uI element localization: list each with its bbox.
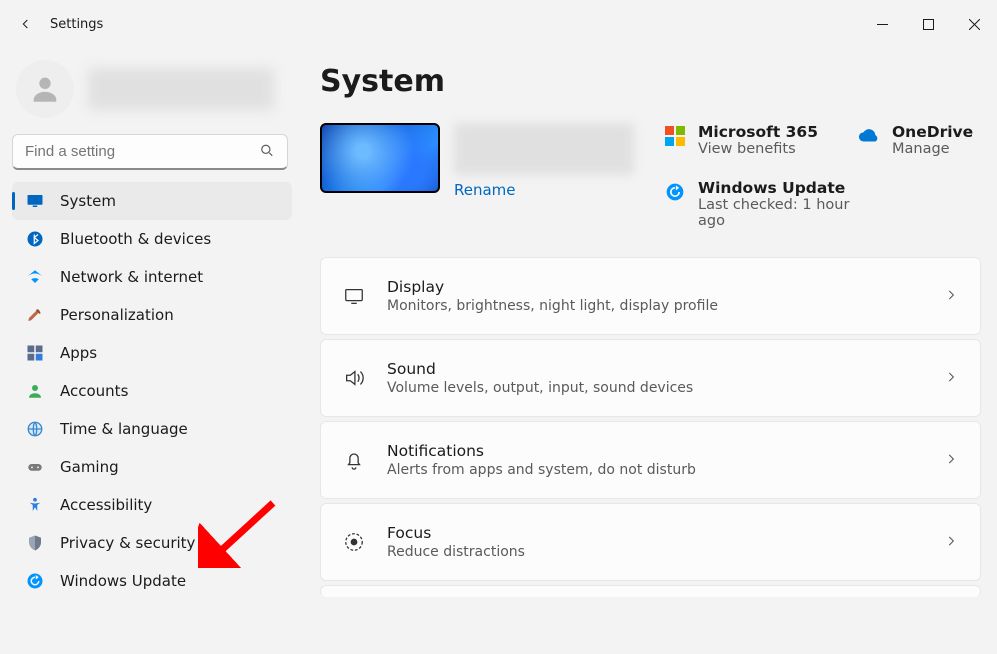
status-title: OneDrive [892,123,973,141]
status-microsoft-365[interactable]: Microsoft 365 View benefits [664,123,818,157]
status-sub: View benefits [698,141,818,157]
sidebar-item-label: Gaming [60,458,119,476]
page-title: System [320,64,981,99]
sidebar: System Bluetooth & devices Network & int… [0,48,300,654]
status-onedrive[interactable]: OneDrive Manage [858,123,973,157]
sidebar-item-label: Accessibility [60,496,152,514]
sidebar-item-system[interactable]: System [12,182,292,220]
device-info-row: Rename Microsoft 365 View benefits [320,123,981,229]
sidebar-item-label: Privacy & security [60,534,195,552]
bell-icon [343,449,365,471]
card-cutoff [320,585,981,597]
user-block[interactable] [12,56,292,134]
sidebar-item-label: Network & internet [60,268,203,286]
card-sub: Monitors, brightness, night light, displ… [387,298,922,314]
avatar [16,60,74,118]
sidebar-item-time-language[interactable]: Time & language [12,410,292,448]
status-sub: Last checked: 1 hour ago [698,197,868,229]
minimize-button[interactable] [859,8,905,40]
microsoft-logo-icon [664,125,686,147]
wifi-icon [26,268,44,286]
card-notifications[interactable]: Notifications Alerts from apps and syste… [320,421,981,499]
search-wrap [12,134,288,170]
onedrive-icon [858,125,880,147]
card-title: Display [387,278,922,296]
sidebar-item-accounts[interactable]: Accounts [12,372,292,410]
back-button[interactable] [16,14,36,34]
globe-clock-icon [26,420,44,438]
card-title: Notifications [387,442,922,460]
account-icon [26,382,44,400]
sound-icon [343,367,365,389]
sidebar-item-personalization[interactable]: Personalization [12,296,292,334]
pc-name-block: Rename [454,123,634,199]
sidebar-item-apps[interactable]: Apps [12,334,292,372]
gamepad-icon [26,458,44,476]
card-focus[interactable]: Focus Reduce distractions [320,503,981,581]
sidebar-item-label: Accounts [60,382,128,400]
status-sub: Manage [892,141,973,157]
sidebar-item-label: Personalization [60,306,174,324]
card-sub: Volume levels, output, input, sound devi… [387,380,922,396]
search-icon [260,144,274,161]
card-sound[interactable]: Sound Volume levels, output, input, soun… [320,339,981,417]
card-title: Sound [387,360,922,378]
status-title: Windows Update [698,179,868,197]
accessibility-icon [26,496,44,514]
settings-cards: Display Monitors, brightness, night ligh… [320,257,981,597]
chevron-right-icon [944,369,958,388]
sidebar-item-privacy-security[interactable]: Privacy & security [12,524,292,562]
maximize-button[interactable] [905,8,951,40]
apps-icon [26,344,44,362]
sidebar-item-gaming[interactable]: Gaming [12,448,292,486]
content: System Rename Microsoft 365 View benefit… [300,48,997,654]
card-sub: Reduce distractions [387,544,922,560]
sidebar-item-label: Apps [60,344,97,362]
display-icon [343,285,365,307]
card-display[interactable]: Display Monitors, brightness, night ligh… [320,257,981,335]
status-windows-update[interactable]: Windows Update Last checked: 1 hour ago [664,179,973,229]
window-controls [859,8,997,40]
titlebar: Settings [0,0,997,48]
sidebar-item-windows-update[interactable]: Windows Update [12,562,292,600]
pc-wallpaper-thumbnail[interactable] [320,123,440,193]
chevron-right-icon [944,533,958,552]
update-circle-icon [664,181,686,203]
pc-name-redacted [454,123,634,175]
sidebar-item-accessibility[interactable]: Accessibility [12,486,292,524]
sidebar-nav: System Bluetooth & devices Network & int… [12,182,292,600]
sidebar-item-network-internet[interactable]: Network & internet [12,258,292,296]
sidebar-item-label: System [60,192,116,210]
update-icon [26,572,44,590]
paintbrush-icon [26,306,44,324]
chevron-right-icon [944,287,958,306]
shield-icon [26,534,44,552]
main-layout: System Bluetooth & devices Network & int… [0,48,997,654]
rename-link[interactable]: Rename [454,181,634,199]
sidebar-item-label: Windows Update [60,572,186,590]
close-button[interactable] [951,8,997,40]
user-name-redacted [88,68,274,110]
status-title: Microsoft 365 [698,123,818,141]
sidebar-item-bluetooth-devices[interactable]: Bluetooth & devices [12,220,292,258]
focus-icon [343,531,365,553]
bluetooth-icon [26,230,44,248]
card-sub: Alerts from apps and system, do not dist… [387,462,922,478]
card-title: Focus [387,524,922,542]
monitor-icon [26,192,44,210]
app-title: Settings [50,17,103,32]
search-input[interactable] [12,134,288,170]
status-tiles: Microsoft 365 View benefits OneDrive Man… [664,123,973,229]
sidebar-item-label: Bluetooth & devices [60,230,211,248]
chevron-right-icon [944,451,958,470]
sidebar-item-label: Time & language [60,420,188,438]
